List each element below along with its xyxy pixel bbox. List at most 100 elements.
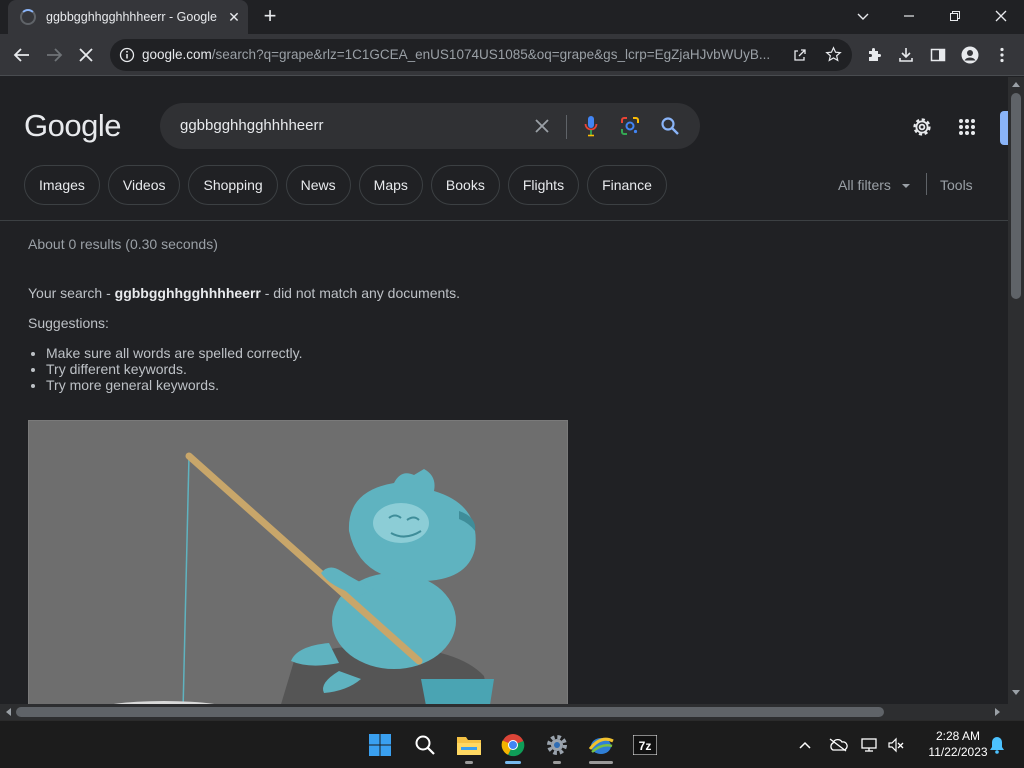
search-submit-button[interactable] [658,114,682,138]
chrome-icon [501,734,525,757]
arrow-left-icon [13,48,29,62]
no-match-suffix: - did not match any documents. [260,285,461,301]
suggestions-heading: Suggestions: [28,315,109,331]
onedrive-tray-button[interactable] [823,729,853,761]
clear-x-icon [535,119,549,133]
no-match-message: Your search - ggbbgghhgghhhheerr - did n… [28,285,460,301]
tab-search-button[interactable] [849,4,877,28]
taskbar-file-explorer[interactable] [453,729,485,764]
voice-search-button[interactable] [579,114,603,138]
taskbar-settings[interactable] [541,729,573,764]
restore-button[interactable] [941,4,969,28]
suggestion-item: Try more general keywords. [46,377,303,393]
notifications-button[interactable] [985,729,1009,761]
browser-menu-button[interactable] [989,42,1015,68]
taskbar-search-button[interactable] [409,729,441,761]
loading-spinner-icon [20,9,36,25]
url-path: /search?q=grape&rlz=1C1GCEA_enUS1074US10… [211,47,771,62]
search-box[interactable]: ggbbgghhgghhhheerr [160,103,700,149]
bell-icon [990,737,1004,754]
cloud-offline-icon [829,738,848,752]
search-results-page: Google ggbbgghhgghhhheerr Images Videos … [0,77,1008,704]
scrollbar-corner [1008,704,1024,720]
no-match-query: ggbbgghhgghhhheerr [114,285,261,301]
search-icon [661,117,679,135]
chip-finance[interactable]: Finance [587,165,667,205]
7zip-icon: 7z [633,735,657,755]
vertical-scroll-thumb[interactable] [1011,93,1021,299]
chip-shopping[interactable]: Shopping [188,165,278,205]
download-icon [899,48,913,62]
chip-flights[interactable]: Flights [507,165,580,205]
puzzle-icon [869,48,881,61]
tab-active[interactable]: ggbbgghhgghhhheerr - Google Search ✕ [8,0,248,34]
side-panel-button[interactable] [925,42,951,68]
forward-button[interactable] [41,42,67,68]
stop-loading-button[interactable] [73,42,99,68]
browser-toolbar: google.com/search?q=grape&rlz=1C1GCEA_en… [0,34,1024,76]
no-match-prefix: Your search - [28,285,115,301]
tab-close-icon[interactable]: ✕ [224,9,244,26]
stop-x-icon [79,48,93,62]
header-divider [0,220,1008,221]
back-button[interactable] [9,42,35,68]
sign-in-button[interactable] [1000,111,1008,145]
search-input[interactable]: ggbbgghhgghhhheerr [180,117,323,134]
google-logo[interactable]: Google [24,108,121,144]
volume-tray-button[interactable] [881,729,911,761]
taskbar-7zip[interactable]: 7z [629,729,661,761]
settings-button[interactable] [910,115,934,139]
vertical-scrollbar[interactable] [1008,77,1024,704]
scroll-left-arrow-icon[interactable] [5,708,11,716]
share-icon[interactable] [792,47,808,63]
site-info-icon[interactable] [119,47,135,63]
google-apps-button[interactable] [958,118,976,136]
profile-button[interactable] [957,42,983,68]
horizontal-scroll-thumb[interactable] [16,707,884,717]
active-indicator [505,761,521,764]
suggestion-item: Make sure all words are spelled correctl… [46,345,303,361]
address-bar[interactable]: google.com/search?q=grape&rlz=1C1GCEA_en… [110,39,852,71]
chip-news[interactable]: News [285,165,351,205]
search-icon [415,735,435,755]
tools-button[interactable]: Tools [940,177,973,193]
side-panel-icon [930,48,946,62]
chip-maps[interactable]: Maps [358,165,423,205]
search-box-divider [566,115,567,139]
network-app-icon [588,737,614,754]
horizontal-scrollbar[interactable] [0,704,1008,720]
new-tab-button[interactable]: + [258,5,282,29]
bookmark-star-icon[interactable] [825,46,842,63]
url-text: google.com/search?q=grape&rlz=1C1GCEA_en… [142,47,782,62]
chip-books[interactable]: Books [430,165,500,205]
downloads-button[interactable] [893,42,919,68]
no-results-illustration [28,420,568,704]
start-button[interactable] [364,729,396,761]
fishing-mascot-illustration [29,421,567,704]
suggestion-item: Try different keywords. [46,361,303,377]
clear-search-button[interactable] [530,114,554,138]
taskbar-chrome[interactable] [497,729,529,764]
show-hidden-icons-button[interactable] [790,729,820,761]
scroll-right-arrow-icon[interactable] [995,708,1001,716]
lens-search-button[interactable] [618,114,642,138]
minimize-icon [904,15,914,17]
all-filters-button[interactable]: All filters [838,177,911,193]
microphone-icon [584,116,598,137]
scroll-up-arrow-icon[interactable] [1012,81,1020,87]
running-indicator [589,761,613,764]
minimize-button[interactable] [895,4,923,28]
scroll-down-arrow-icon[interactable] [1012,690,1020,696]
chip-videos[interactable]: Videos [107,165,181,205]
extensions-button[interactable] [861,42,887,68]
close-window-button[interactable] [987,4,1015,28]
chevron-down-icon [857,13,869,20]
all-filters-label: All filters [838,177,891,193]
taskbar-network-app[interactable] [585,729,617,764]
close-icon [995,10,1007,22]
camera-lens-icon [621,117,639,135]
speaker-muted-icon [888,737,904,753]
svg-text:7z: 7z [639,739,652,753]
suggestions-list: Make sure all words are spelled correctl… [46,345,303,393]
chip-images[interactable]: Images [24,165,100,205]
